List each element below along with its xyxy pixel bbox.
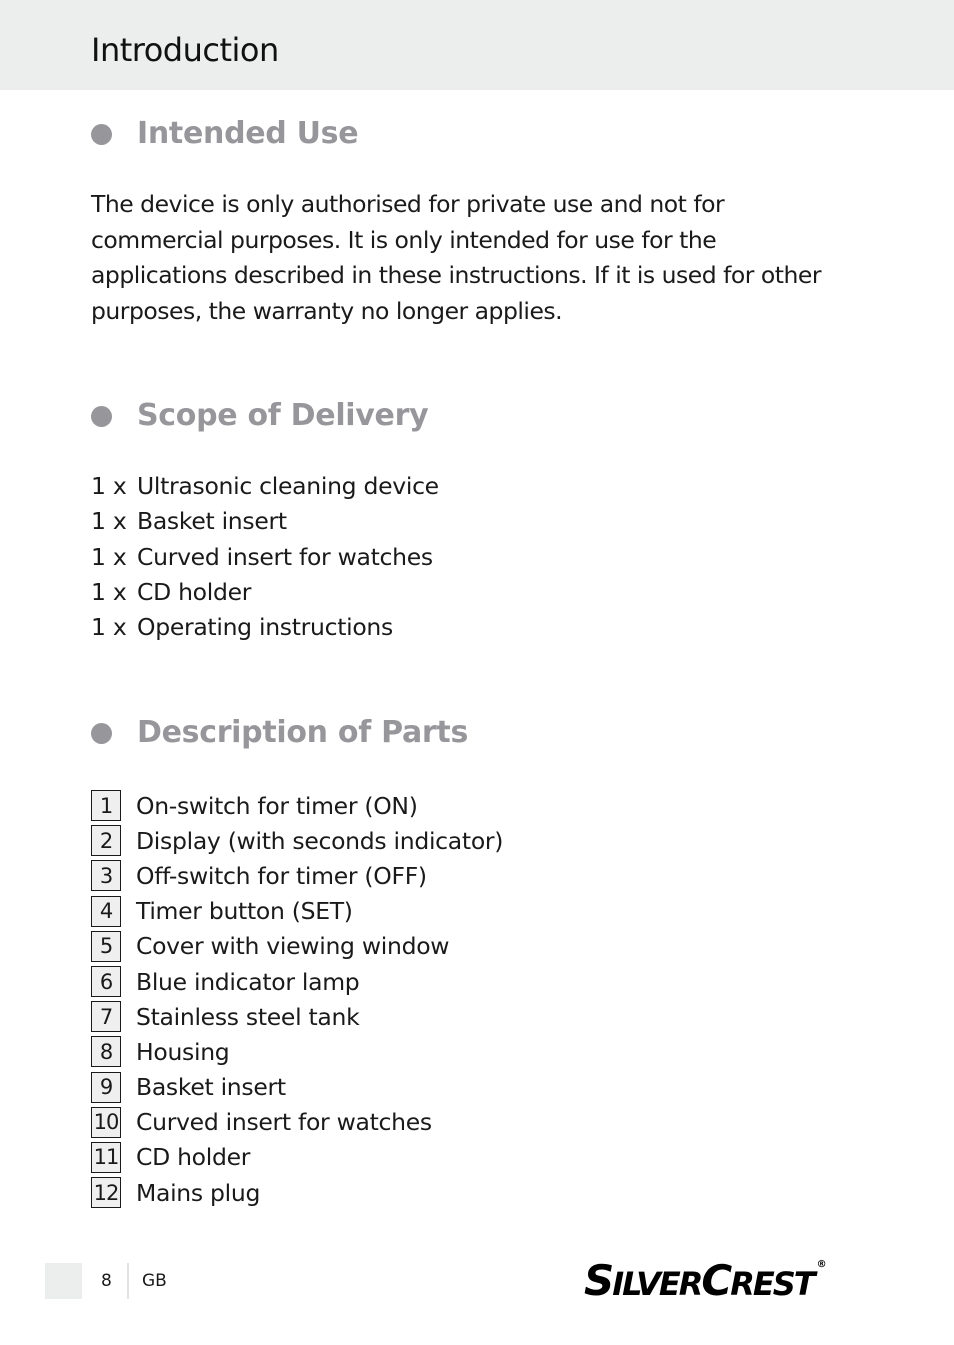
part-item: 5 Cover with viewing window xyxy=(91,929,503,964)
intended-use-paragraph: The device is only authorised for privat… xyxy=(91,190,822,325)
delivery-item: 1 x CD holder xyxy=(91,575,439,610)
part-number-box: 7 xyxy=(91,1001,121,1033)
part-number-box: 10 xyxy=(91,1106,121,1138)
part-label: Basket insert xyxy=(136,1073,286,1102)
part-item: 3 Off-switch for timer (OFF) xyxy=(91,858,503,893)
logo-letters: ILVER xyxy=(612,1265,703,1303)
section-heading-intended-use: Intended Use xyxy=(91,116,359,151)
delivery-label: Curved insert for watches xyxy=(137,542,433,571)
part-item: 7 Stainless steel tank xyxy=(91,999,503,1034)
part-label: Cover with viewing window xyxy=(136,932,450,961)
delivery-list: 1 x Ultrasonic cleaning device 1 x Basket … xyxy=(91,469,439,645)
section-heading-scope-of-delivery: Scope of Delivery xyxy=(91,398,429,433)
part-label: Mains plug xyxy=(136,1178,261,1207)
part-label: Off-switch for timer (OFF) xyxy=(136,861,427,890)
part-item: 6 Blue indicator lamp xyxy=(91,964,503,999)
section-heading-text: Scope of Delivery xyxy=(137,398,429,433)
part-item: 12 Mains plug xyxy=(91,1175,503,1210)
parts-list: 1 On-switch for timer (ON) 2 Display (with… xyxy=(91,788,503,1210)
footer-marker-box xyxy=(45,1263,82,1299)
part-item: 9 Basket insert xyxy=(91,1070,503,1105)
section-heading-description-of-parts: Description of Parts xyxy=(91,718,468,748)
registered-mark-icon: ® xyxy=(816,1259,827,1270)
delivery-item: 1 x Basket insert xyxy=(91,504,439,539)
part-item: 1 On-switch for timer (ON) xyxy=(91,788,503,823)
part-number-box: 5 xyxy=(91,930,121,962)
delivery-qty: 1 x xyxy=(91,577,127,606)
silvercrest-logo: SILVERCREST® xyxy=(584,1260,827,1302)
part-item: 2 Display (with seconds indicator) xyxy=(91,823,503,858)
part-label: Display (with seconds indicator) xyxy=(136,826,504,855)
bullet-icon xyxy=(91,123,112,145)
delivery-label: CD holder xyxy=(137,577,252,606)
part-number-box: 9 xyxy=(91,1071,121,1103)
delivery-qty: 1 x xyxy=(91,472,127,500)
delivery-qty: 1 x xyxy=(91,542,127,571)
delivery-qty: 1 x xyxy=(91,507,127,536)
part-label: Timer button (SET) xyxy=(136,897,353,926)
part-number-box: 3 xyxy=(91,860,121,892)
part-label: Blue indicator lamp xyxy=(136,967,360,996)
delivery-label: Ultrasonic cleaning device xyxy=(137,472,439,500)
section-heading-text: Intended Use xyxy=(137,116,359,151)
part-label: On-switch for timer (ON) xyxy=(136,791,418,820)
part-number-box: 8 xyxy=(91,1036,121,1068)
logo-letter: S xyxy=(584,1256,614,1305)
delivery-item: 1 x Ultrasonic cleaning device xyxy=(91,469,439,504)
page-number: 8 xyxy=(101,1271,112,1291)
page-title: Introduction xyxy=(91,31,279,69)
part-label: Curved insert for watches xyxy=(136,1108,432,1137)
part-number-box: 6 xyxy=(91,966,121,998)
part-item: 10 Curved insert for watches xyxy=(91,1105,503,1140)
language-code: GB xyxy=(142,1271,167,1291)
bullet-icon xyxy=(91,405,112,427)
part-number-box: 4 xyxy=(91,895,121,927)
part-number-box: 11 xyxy=(91,1141,121,1173)
part-label: Stainless steel tank xyxy=(136,1002,360,1031)
part-number-box: 2 xyxy=(91,825,121,857)
delivery-item: 1 x Operating instructions xyxy=(91,610,439,645)
delivery-label: Basket insert xyxy=(137,507,287,536)
part-item: 11 CD holder xyxy=(91,1140,503,1175)
delivery-qty: 1 x xyxy=(91,613,127,642)
part-number-box: 1 xyxy=(91,790,121,822)
delivery-item: 1 x Curved insert for watches xyxy=(91,540,439,575)
part-item: 8 Housing xyxy=(91,1034,503,1069)
part-label: CD holder xyxy=(136,1143,251,1172)
logo-letters: REST xyxy=(730,1265,815,1303)
logo-letter: C xyxy=(701,1256,732,1305)
part-number-box: 12 xyxy=(91,1177,121,1209)
part-item: 4 Timer button (SET) xyxy=(91,894,503,929)
delivery-label: Operating instructions xyxy=(137,613,393,642)
footer-divider xyxy=(127,1263,129,1299)
section-heading-text: Description of Parts xyxy=(137,715,469,750)
bullet-icon xyxy=(91,722,112,744)
part-label: Housing xyxy=(136,1037,230,1066)
